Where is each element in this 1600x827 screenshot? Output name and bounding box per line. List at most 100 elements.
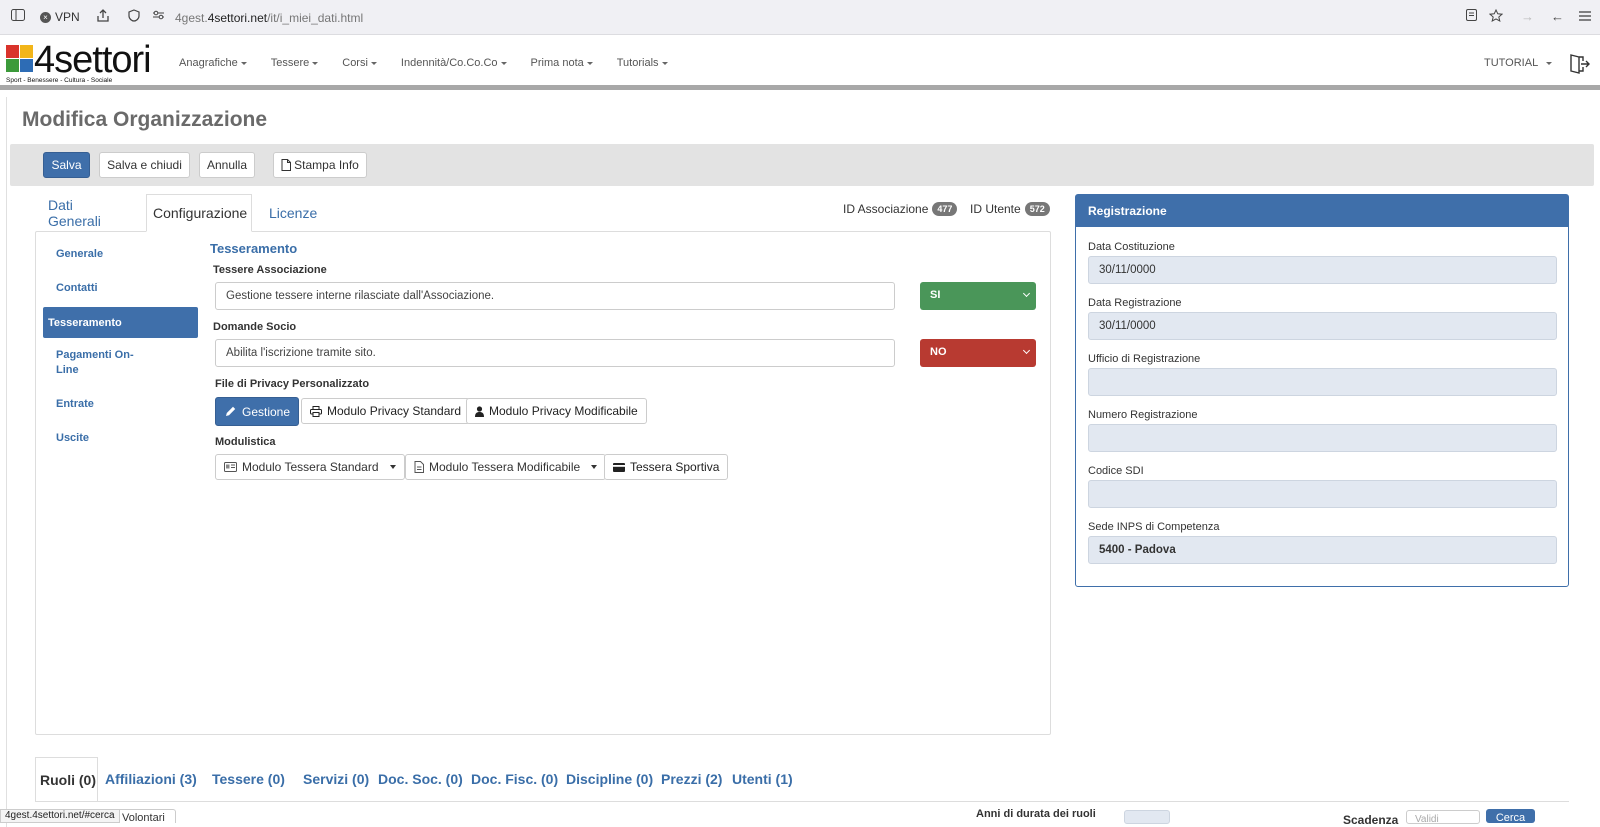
- sidenav-item-contatti[interactable]: Contatti: [43, 282, 198, 294]
- print-info-button[interactable]: Stampa Info: [273, 152, 367, 178]
- bookmark-star-icon[interactable]: [1488, 8, 1504, 25]
- privacy-standard-button[interactable]: Modulo Privacy Standard: [301, 398, 471, 424]
- anni-durata-field[interactable]: [1124, 810, 1170, 824]
- nav-tutorials[interactable]: Tutorials: [617, 57, 668, 69]
- caret-down-icon: [240, 61, 247, 65]
- logo-tagline: Sport - Benessere - Cultura - Sociale: [6, 77, 113, 84]
- user-menu[interactable]: TUTORIAL: [1484, 57, 1553, 69]
- caret-down-icon: [586, 61, 593, 65]
- logo-square: [20, 59, 33, 72]
- sidenav-item-tesseramento[interactable]: Tesseramento: [43, 307, 198, 338]
- sidenav-item-pagamenti[interactable]: Pagamenti On-Line: [43, 348, 153, 378]
- caret-down-icon: [500, 61, 507, 65]
- tab-doc-soc[interactable]: Doc. Soc. (0): [374, 757, 467, 801]
- id-card-icon: [224, 462, 237, 472]
- site-permissions-icon[interactable]: [152, 9, 165, 24]
- shield-icon[interactable]: [128, 9, 140, 25]
- sidenav-item-entrate[interactable]: Entrate: [43, 398, 198, 410]
- modulistica-label: Modulistica: [215, 436, 276, 448]
- tessere-description-field: Gestione tessere interne rilasciate dall…: [215, 282, 895, 310]
- caret-down-icon: [389, 465, 396, 469]
- tab-utenti[interactable]: Utenti (1): [728, 757, 797, 801]
- tessere-label: Tessere Associazione: [213, 264, 327, 276]
- chevron-down-icon: [1022, 289, 1031, 298]
- tab-discipline[interactable]: Discipline (0): [562, 757, 657, 801]
- browser-toolbar: × VPN 4gest.4settori.net/it/i_miei_dati.h…: [0, 0, 1600, 35]
- domande-label: Domande Socio: [213, 321, 297, 333]
- tab-configurazione[interactable]: Configurazione: [146, 194, 252, 232]
- cancel-button[interactable]: Annulla: [199, 152, 255, 178]
- tessera-sportiva-button[interactable]: Tessera Sportiva: [604, 454, 729, 480]
- sede-inps-field[interactable]: 5400 - Padova: [1088, 536, 1557, 564]
- tessera-modificabile-button[interactable]: Modulo Tessera Modificabile: [405, 454, 607, 480]
- document-icon: [414, 461, 424, 473]
- id-associazione-badge: 477: [932, 202, 958, 216]
- tessera-standard-button[interactable]: Modulo Tessera Standard: [215, 454, 405, 480]
- data-registrazione-field[interactable]: 30/11/0000: [1088, 312, 1557, 340]
- cerca-button[interactable]: Cerca: [1486, 809, 1535, 824]
- logo-square: [20, 45, 33, 58]
- tab-tessere[interactable]: Tessere (0): [208, 757, 289, 801]
- logo[interactable]: 4settori Sport - Benessere - Cultura - S…: [6, 39, 166, 85]
- nav-corsi[interactable]: Corsi: [342, 57, 377, 69]
- app-header: 4settori Sport - Benessere - Cultura - S…: [0, 36, 1600, 90]
- nav-prima-nota[interactable]: Prima nota: [531, 57, 593, 69]
- data-costituzione-label: Data Costituzione: [1088, 241, 1175, 253]
- menu-icon[interactable]: [1579, 9, 1591, 24]
- section-title: Tesseramento: [210, 241, 298, 256]
- url-text[interactable]: 4gest.4settori.net/it/i_miei_dati.html: [175, 11, 363, 25]
- numero-registrazione-field[interactable]: [1088, 424, 1557, 452]
- forward-arrow-icon[interactable]: →: [1521, 9, 1534, 24]
- scadenza-select[interactable]: Validi: [1406, 810, 1480, 825]
- tab-prezzi[interactable]: Prezzi (2): [657, 757, 726, 801]
- save-close-button[interactable]: Salva e chiudi: [99, 152, 190, 178]
- logo-wordmark: 4settori: [34, 39, 152, 81]
- share-icon[interactable]: [97, 9, 109, 25]
- registrazione-title: Registrazione: [1076, 195, 1568, 227]
- nav-indennita[interactable]: Indennità/Co.Co.Co: [401, 57, 507, 69]
- domande-description-field: Abilita l'iscrizione tramite sito.: [215, 339, 895, 367]
- user-icon: [475, 405, 484, 417]
- status-bar-url: 4gest.4settori.net/#cerca: [0, 809, 120, 823]
- caret-down-icon: [661, 61, 668, 65]
- logout-icon[interactable]: [1568, 53, 1590, 75]
- codice-sdi-label: Codice SDI: [1088, 465, 1144, 477]
- tab-servizi[interactable]: Servizi (0): [299, 757, 373, 801]
- tab-dati-generali[interactable]: Dati Generali: [42, 194, 107, 232]
- save-button[interactable]: Salva: [43, 152, 90, 178]
- scadenza-label: Scadenza: [1343, 813, 1399, 827]
- caret-down-icon: [370, 61, 377, 65]
- tessere-select[interactable]: SI: [920, 282, 1036, 310]
- data-costituzione-field[interactable]: 30/11/0000: [1088, 256, 1557, 284]
- tab-licenze[interactable]: Licenze: [263, 194, 323, 232]
- tab-affiliazioni[interactable]: Affiliazioni (3): [101, 757, 201, 801]
- sidenav-item-uscite[interactable]: Uscite: [43, 432, 198, 444]
- nav-anagrafiche[interactable]: Anagrafiche: [179, 57, 247, 69]
- back-arrow-icon[interactable]: ←: [1551, 9, 1564, 24]
- action-toolbar: Salva Salva e chiudi Annulla Stampa Info: [10, 144, 1594, 186]
- tab-ruoli[interactable]: Ruoli (0): [35, 757, 98, 801]
- sidebar-toggle-icon[interactable]: [11, 9, 25, 24]
- ufficio-registrazione-label: Ufficio di Registrazione: [1088, 353, 1201, 365]
- vpn-indicator[interactable]: × VPN: [40, 10, 80, 24]
- nav-tessere[interactable]: Tessere: [271, 57, 319, 69]
- codice-sdi-field[interactable]: [1088, 480, 1557, 508]
- data-registrazione-label: Data Registrazione: [1088, 297, 1182, 309]
- numero-registrazione-label: Numero Registrazione: [1088, 409, 1198, 421]
- domande-select[interactable]: NO: [920, 339, 1036, 367]
- reader-view-icon[interactable]: [1466, 9, 1477, 24]
- pdf-file-icon: [281, 159, 292, 171]
- logo-square: [6, 45, 19, 58]
- sidenav-item-generale[interactable]: Generale: [43, 248, 198, 260]
- vpn-close-icon: ×: [40, 11, 51, 23]
- chevron-down-icon: [1022, 346, 1031, 355]
- logo-square: [6, 59, 19, 72]
- ufficio-registrazione-field[interactable]: [1088, 368, 1557, 396]
- gestione-button[interactable]: Gestione: [215, 397, 300, 426]
- privacy-modificabile-button[interactable]: Modulo Privacy Modificabile: [466, 398, 647, 424]
- id-utente-badge: 572: [1024, 202, 1050, 216]
- tab-doc-fisc[interactable]: Doc. Fisc. (0): [467, 757, 562, 801]
- divider: [35, 801, 1569, 802]
- anni-durata-label: Anni di durata dei ruoli: [976, 808, 1096, 820]
- id-utente: ID Utente 572: [970, 202, 1050, 216]
